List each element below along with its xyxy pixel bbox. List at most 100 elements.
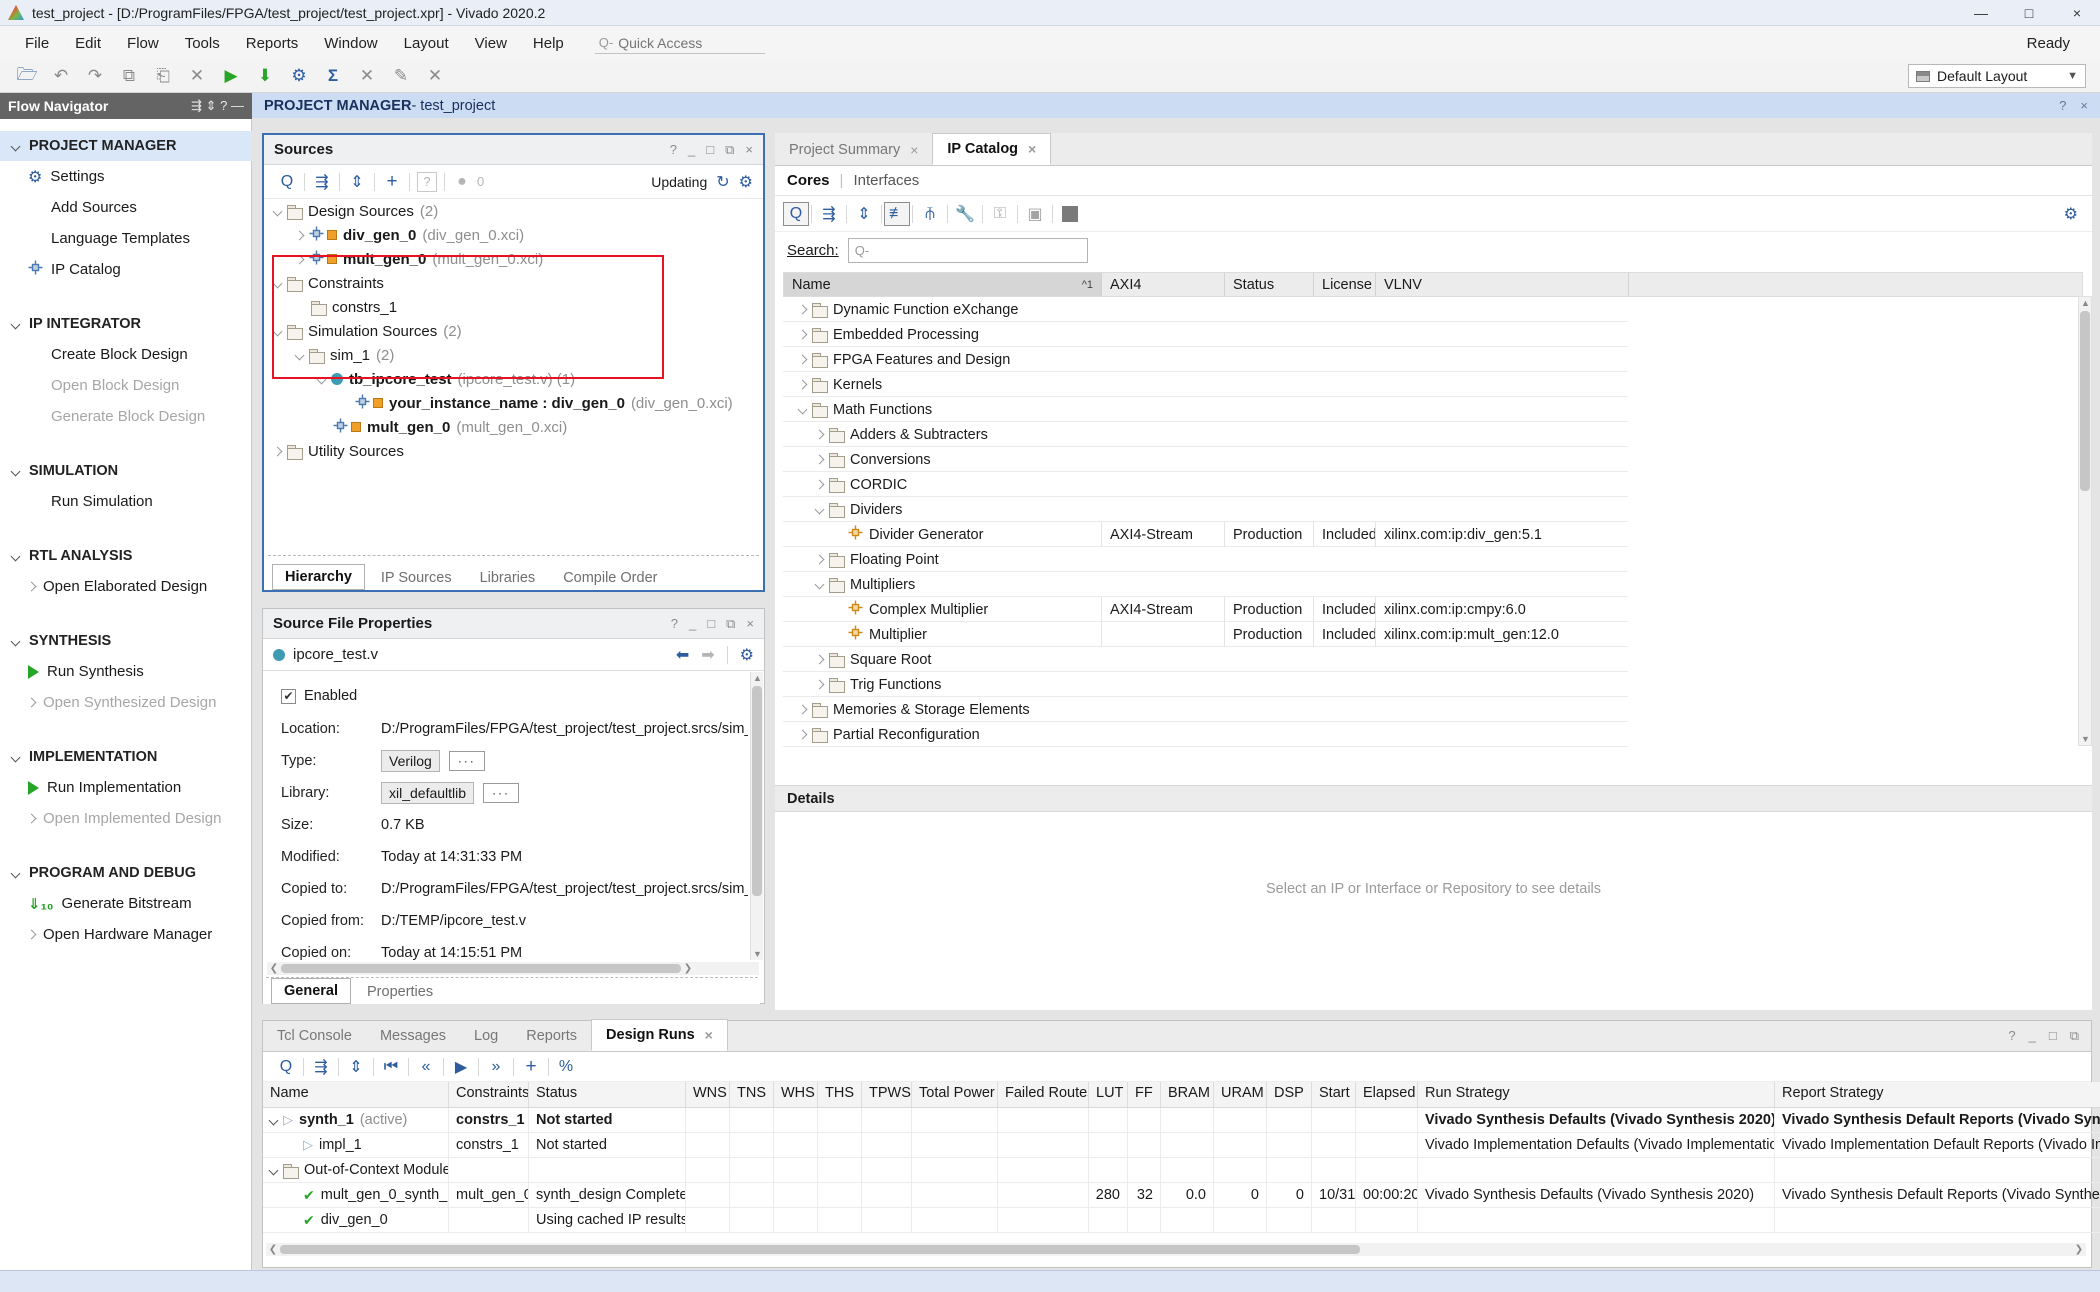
prev-run-icon[interactable]: « (411, 1058, 441, 1076)
chevron-down-icon[interactable] (273, 326, 283, 336)
tab-log[interactable]: Log (460, 1021, 512, 1051)
ip-catalog-row[interactable]: Dividers (783, 497, 1628, 522)
panel-window-icon[interactable]: _ (2029, 1028, 2036, 1044)
source-tree-item[interactable]: div_gen_0 (div_gen_0.xci) (264, 223, 763, 247)
column-header-uram[interactable]: URAM (1214, 1082, 1267, 1107)
subtab-cores[interactable]: Cores (787, 172, 830, 189)
generate-bitstream-icon[interactable]: ⬇ (248, 66, 282, 86)
percent-icon[interactable]: % (551, 1058, 581, 1076)
source-tree-item[interactable]: constrs_1 (264, 295, 763, 319)
chevron-right-icon[interactable] (27, 698, 37, 708)
field-value-box[interactable]: Verilog (381, 750, 440, 772)
ip-catalog-row[interactable]: Kernels (783, 372, 1628, 397)
chevron-down-icon[interactable] (11, 551, 21, 561)
collapse-all-icon[interactable]: ⇶ (306, 1057, 336, 1077)
scroll-left-icon[interactable]: ❮ (267, 963, 281, 974)
design-run-row[interactable]: ✔div_gen_0Using cached IP results (263, 1208, 2100, 1233)
column-header-whs[interactable]: WHS (774, 1082, 818, 1107)
copy-icon[interactable]: ⧉ (112, 66, 146, 86)
gear-icon[interactable]: ⚙ (2064, 204, 2092, 224)
report-sigma-icon[interactable]: Σ (316, 66, 350, 86)
ip-catalog-row[interactable]: CORDIC (783, 472, 1628, 497)
ip-catalog-row[interactable]: Dynamic Function eXchange (783, 297, 1628, 322)
ip-catalog-row[interactable]: FPGA Features and Design (783, 347, 1628, 372)
chevron-down-icon[interactable] (11, 466, 21, 476)
close-icon[interactable]: × (705, 1027, 713, 1043)
source-tree-item[interactable]: Simulation Sources (2) (264, 319, 763, 343)
scrollbar-thumb[interactable] (752, 686, 762, 896)
panel-window-icon[interactable]: × (746, 616, 754, 632)
tab-messages[interactable]: Messages (366, 1021, 460, 1051)
flow-nav-item-ip-catalog[interactable]: IP Catalog (0, 254, 252, 285)
quick-access-search[interactable]: Q- (595, 33, 765, 54)
back-arrow-icon[interactable]: ⬅ (676, 645, 689, 665)
delete-icon[interactable]: ✕ (180, 66, 214, 86)
open-folder-icon[interactable]: 🗁 (10, 62, 44, 91)
help-icon[interactable]: ? (2059, 98, 2066, 113)
panel-window-icon[interactable]: □ (707, 616, 715, 632)
menu-view[interactable]: View (462, 35, 520, 52)
gear-icon[interactable]: ⚙ (740, 645, 754, 665)
tab-ip-catalog[interactable]: IP Catalog× (932, 133, 1051, 165)
flow-nav-item-run-synthesis[interactable]: Run Synthesis (0, 656, 252, 687)
chevron-down-icon[interactable] (11, 319, 21, 329)
tab-project-summary[interactable]: Project Summary× (775, 135, 932, 165)
menu-edit[interactable]: Edit (62, 35, 114, 52)
create-run-icon[interactable]: + (516, 1056, 546, 1078)
chevron-down-icon[interactable] (269, 1165, 279, 1175)
gear-icon[interactable]: ⚙ (739, 172, 753, 192)
flow-nav-item-create-block-design[interactable]: Create Block Design (0, 339, 252, 370)
tab-reports[interactable]: Reports (512, 1021, 591, 1051)
browse-dots-button[interactable]: ··· (483, 783, 519, 803)
flow-navigator-header-icons[interactable]: ⇶ ⇕ ? — (191, 98, 244, 114)
chevron-down-icon[interactable] (815, 580, 825, 590)
run-icon[interactable]: ▶ (214, 66, 248, 86)
ip-catalog-row[interactable]: Conversions (783, 447, 1628, 472)
column-header-ff[interactable]: FF (1128, 1082, 1161, 1107)
menu-file[interactable]: File (12, 35, 62, 52)
ip-catalog-row[interactable]: Adders & Subtracters (783, 422, 1628, 447)
chevron-down-icon[interactable] (11, 636, 21, 646)
play-run-icon[interactable]: ▶ (446, 1057, 476, 1077)
chevron-down-icon[interactable] (11, 141, 21, 151)
close-icon[interactable]: × (1028, 141, 1036, 157)
scrollbar-thumb[interactable] (280, 1245, 1360, 1254)
sources-tab-ip-sources[interactable]: IP Sources (369, 566, 464, 590)
expand-all-icon[interactable]: ⇕ (342, 172, 372, 192)
flow-nav-item-open-hardware-manager[interactable]: Open Hardware Manager (0, 919, 252, 950)
close-icon[interactable]: × (910, 142, 918, 158)
panel-window-icon[interactable]: □ (706, 142, 714, 158)
source-tree-item[interactable]: your_instance_name : div_gen_0 (div_gen_… (264, 391, 763, 415)
flow-nav-item-run-simulation[interactable]: Run Simulation (0, 486, 252, 517)
scroll-up-icon[interactable]: ▲ (751, 673, 764, 683)
expand-all-icon[interactable]: ⇕ (341, 1057, 371, 1077)
chevron-right-icon[interactable] (295, 254, 305, 264)
horizontal-scrollbar[interactable]: ❮ ❯ (266, 1243, 2086, 1256)
refresh-icon[interactable]: ↻ (716, 172, 729, 192)
close-icon[interactable]: × (2080, 98, 2088, 113)
horizontal-scrollbar[interactable]: ❮ ❯ (267, 962, 759, 975)
flow-section-header[interactable]: PROJECT MANAGER (0, 131, 252, 161)
column-header-bram[interactable]: BRAM (1161, 1082, 1214, 1107)
flow-nav-item-generate-block-design[interactable]: Generate Block Design (0, 401, 252, 432)
panel-window-icon[interactable]: ⧉ (725, 142, 734, 158)
quick-access-input[interactable] (618, 35, 748, 51)
scrollbar-thumb[interactable] (2080, 311, 2090, 491)
chevron-right-icon[interactable] (27, 930, 37, 940)
column-header-elapsed[interactable]: Elapsed (1356, 1082, 1418, 1107)
ip-catalog-row[interactable]: Trig Functions (783, 672, 1628, 697)
column-header-wns[interactable]: WNS (686, 1082, 730, 1107)
column-header-name[interactable]: Name^1 (784, 273, 1102, 296)
chevron-right-icon[interactable] (27, 814, 37, 824)
column-header-run-strategy[interactable]: Run Strategy (1418, 1082, 1775, 1107)
flow-section-header[interactable]: SYNTHESIS (0, 626, 252, 656)
column-header-start[interactable]: Start (1312, 1082, 1356, 1107)
filter-icon[interactable]: ≢ (884, 202, 910, 226)
chevron-right-icon[interactable] (295, 230, 305, 240)
chevron-right-icon[interactable] (815, 430, 825, 440)
sfp-tab-properties[interactable]: Properties (355, 980, 445, 1004)
design-run-row[interactable]: ✔mult_gen_0_synth_1mult_gen_0synth_desig… (263, 1183, 2100, 1208)
scroll-down-icon[interactable]: ▼ (2079, 734, 2092, 744)
panel-window-icon[interactable]: □ (2049, 1028, 2057, 1044)
ip-catalog-row[interactable]: Embedded Processing (783, 322, 1628, 347)
